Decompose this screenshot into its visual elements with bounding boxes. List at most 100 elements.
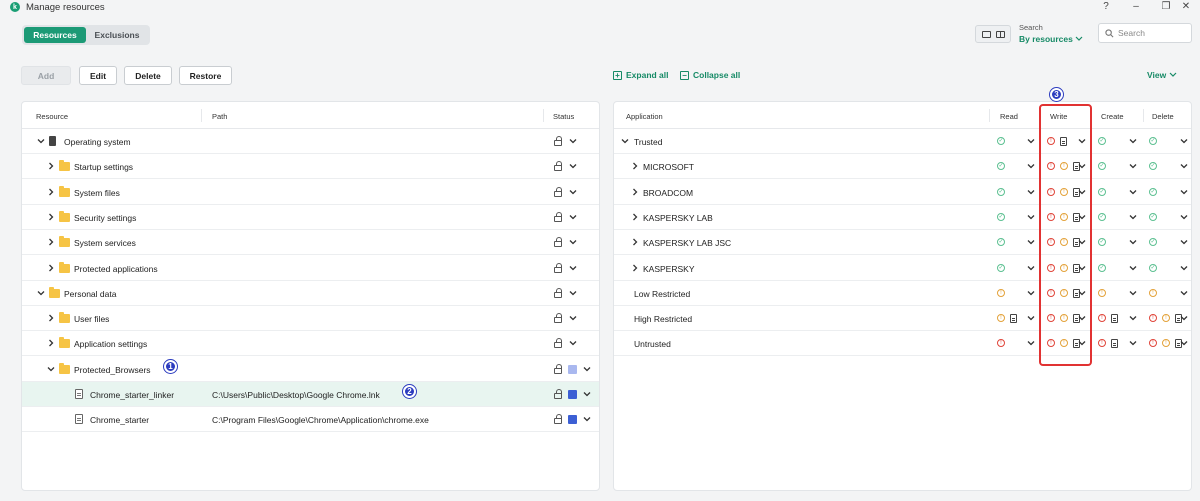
application-row[interactable]: KASPERSKY ✓!! ✓ ✓ [614,256,1191,281]
resource-row[interactable]: System files [22,180,599,205]
single-pane-icon[interactable] [981,30,991,38]
status-color-swatch[interactable] [568,390,577,399]
permission-dropdown-chevron-icon[interactable] [1179,161,1189,171]
chevron-right-icon[interactable] [630,237,640,247]
application-row[interactable]: Low Restricted!!!!! [614,281,1191,306]
log-event-icon[interactable] [1111,314,1118,324]
permission-dropdown-chevron-icon[interactable] [1179,212,1189,222]
allowed-icon[interactable]: ✓ [997,212,1005,221]
tab-resources[interactable]: Resources [24,27,86,43]
application-row[interactable]: KASPERSKY LAB JSC ✓!! ✓ ✓ [614,230,1191,256]
resource-row[interactable]: Application settings [22,331,599,357]
layout-toggle[interactable] [975,25,1011,43]
add-button[interactable]: Add [21,66,71,85]
tab-exclusions[interactable]: Exclusions [86,27,148,43]
status-color-swatch[interactable] [568,364,577,374]
lock-icon[interactable] [554,136,562,146]
resource-row[interactable]: System services [22,230,599,256]
allowed-icon[interactable]: ✓ [1098,263,1106,272]
split-pane-icon[interactable] [995,30,1005,38]
allowed-icon[interactable]: ✓ [1098,187,1106,196]
permission-dropdown-chevron-icon[interactable] [1026,136,1036,146]
permission-dropdown-chevron-icon[interactable] [1128,161,1138,171]
allowed-icon[interactable]: ✓ [1098,212,1106,221]
allowed-icon[interactable]: ✓ [1149,212,1157,221]
lock-icon[interactable] [554,262,562,273]
edit-button[interactable]: Edit [79,66,117,85]
view-menu-button[interactable]: View [1147,70,1177,80]
lock-icon[interactable] [554,414,562,425]
allowed-icon[interactable]: ✓ [1149,137,1157,145]
denied-icon[interactable]: ! [1149,314,1157,323]
permission-dropdown-chevron-icon[interactable] [1179,288,1189,298]
chevron-down-icon[interactable] [620,136,630,146]
resource-row[interactable]: Protected applications [22,256,599,281]
permission-dropdown-chevron-icon[interactable] [1128,237,1138,247]
lock-icon[interactable] [554,186,562,197]
status-dropdown-chevron-icon[interactable] [582,414,592,424]
inherit-icon[interactable]: ! [1162,314,1170,323]
application-row[interactable]: MICROSOFT ✓!! ✓ ✓ [614,154,1191,180]
allowed-icon[interactable]: ✓ [1149,238,1157,247]
application-row[interactable]: High Restricted!!!!!! [614,306,1191,332]
col-status[interactable]: Status [553,112,574,121]
chevron-right-icon[interactable] [46,237,56,247]
allowed-icon[interactable]: ✓ [1098,137,1106,145]
search-mode-select[interactable]: By resources [1019,34,1083,44]
denied-icon[interactable]: ! [1098,314,1106,323]
resource-row[interactable]: User files [22,306,599,332]
permission-dropdown-chevron-icon[interactable] [1026,187,1036,197]
allowed-icon[interactable]: ✓ [997,137,1005,145]
application-row[interactable]: Trusted ✓! ✓ ✓ [614,129,1191,154]
permission-dropdown-chevron-icon[interactable] [1026,288,1036,298]
resource-row[interactable]: Personal data [22,281,599,306]
chevron-right-icon[interactable] [630,187,640,197]
chevron-down-icon[interactable] [36,288,46,298]
status-dropdown-chevron-icon[interactable] [568,338,578,348]
chevron-right-icon[interactable] [46,161,56,171]
status-dropdown-chevron-icon[interactable] [568,212,578,222]
permission-dropdown-chevron-icon[interactable] [1179,263,1189,273]
inherit-icon[interactable]: ! [1162,339,1170,348]
minimize-button[interactable]: – [1122,0,1150,14]
permission-dropdown-chevron-icon[interactable] [1026,237,1036,247]
lock-icon[interactable] [554,237,562,248]
permission-dropdown-chevron-icon[interactable] [1128,263,1138,273]
permission-dropdown-chevron-icon[interactable] [1128,288,1138,298]
status-color-swatch[interactable] [568,415,577,425]
denied-icon[interactable]: ! [997,339,1005,348]
status-dropdown-chevron-icon[interactable] [568,136,578,146]
close-button[interactable]: ✕ [1172,0,1200,14]
inherit-icon[interactable]: ! [1098,288,1106,297]
inherit-icon[interactable]: ! [997,288,1005,297]
col-read[interactable]: Read [1000,112,1018,121]
permission-dropdown-chevron-icon[interactable] [1026,263,1036,273]
col-resource[interactable]: Resource [36,112,68,121]
chevron-down-icon[interactable] [36,136,46,146]
allowed-icon[interactable]: ✓ [997,187,1005,196]
denied-icon[interactable]: ! [1149,339,1157,348]
delete-button[interactable]: Delete [124,66,172,85]
status-dropdown-chevron-icon[interactable] [568,263,578,273]
allowed-icon[interactable]: ✓ [997,238,1005,247]
allowed-icon[interactable]: ✓ [997,263,1005,272]
application-row[interactable]: Untrusted!!!!!! [614,331,1191,357]
permission-dropdown-chevron-icon[interactable] [1026,161,1036,171]
lock-icon[interactable] [554,389,562,399]
resource-row[interactable]: Operating system [22,129,599,154]
allowed-icon[interactable]: ✓ [1149,162,1157,171]
permission-dropdown-chevron-icon[interactable] [1128,313,1138,323]
permission-dropdown-chevron-icon[interactable] [1179,313,1189,323]
log-event-icon[interactable] [1010,314,1017,324]
restore-button[interactable]: Restore [179,66,232,85]
permission-dropdown-chevron-icon[interactable] [1128,187,1138,197]
lock-icon[interactable] [554,211,562,222]
status-dropdown-chevron-icon[interactable] [568,288,578,298]
permission-dropdown-chevron-icon[interactable] [1026,212,1036,222]
chevron-right-icon[interactable] [46,338,56,348]
permission-dropdown-chevron-icon[interactable] [1128,212,1138,222]
col-delete[interactable]: Delete [1152,112,1174,121]
status-dropdown-chevron-icon[interactable] [582,364,592,374]
status-dropdown-chevron-icon[interactable] [568,237,578,247]
allowed-icon[interactable]: ✓ [1149,187,1157,196]
